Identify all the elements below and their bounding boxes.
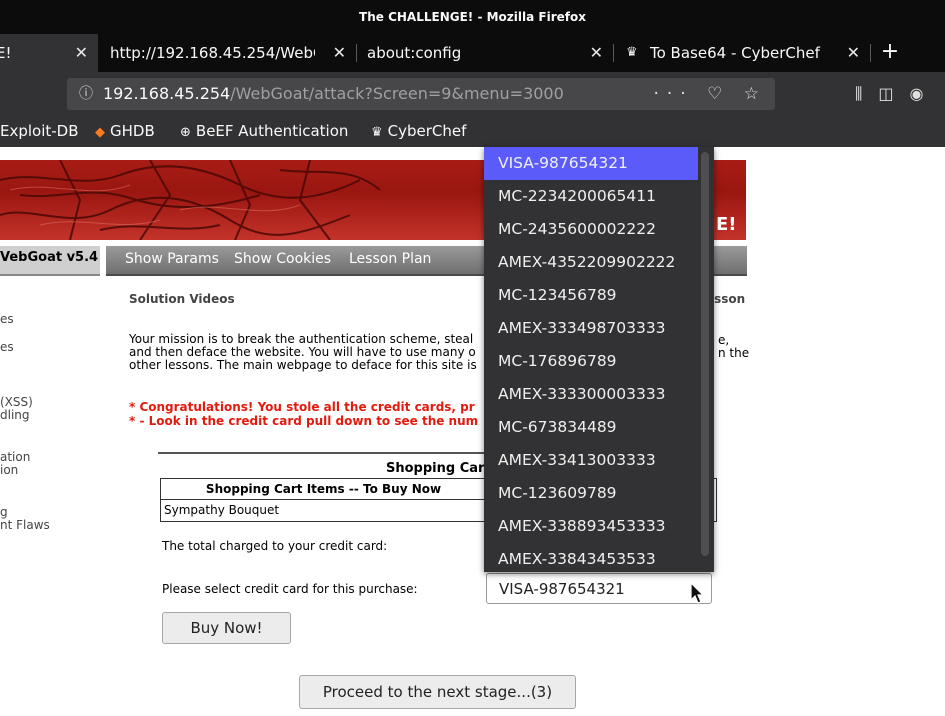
url-text: 192.168.45.254/WebGoat/attack?Screen=9&m…	[103, 78, 564, 110]
close-icon[interactable]: ✕	[847, 34, 860, 72]
cart-item: Sympathy Bouquet	[164, 503, 280, 517]
tab-about-config[interactable]: about:config ✕	[357, 34, 613, 72]
globe-icon: ⊕	[180, 125, 191, 140]
dropdown-scrollbar[interactable]	[701, 152, 709, 556]
mission-tail: n the	[718, 346, 750, 360]
window-title: The CHALLENGE! - Mozilla Firefox	[0, 0, 945, 34]
tab-label: To Base64 - CyberChef	[650, 44, 820, 62]
bookmark-beef[interactable]: ⊕ BeEF Authentication	[180, 116, 348, 148]
url-bar[interactable]: ⓘ 192.168.45.254/WebGoat/attack?Screen=9…	[67, 78, 775, 110]
bookmark-ghdb[interactable]: ◆ GHDB	[95, 116, 155, 148]
sidebar-item[interactable]: dling	[0, 409, 30, 422]
credit-card-dropdown: VISA-987654321 MC-2234200065411 MC-24356…	[484, 147, 714, 572]
dropdown-option[interactable]: MC-2435600002222	[484, 213, 698, 246]
dropdown-option[interactable]: AMEX-33413003333	[484, 444, 698, 477]
cart-title: Shopping Car	[386, 461, 485, 476]
toolbar-icons: ⫼◫◉	[855, 78, 939, 110]
selected-card: VISA-987654321	[499, 580, 625, 598]
congrats-line: * Congratulations! You stole all the cre…	[129, 400, 475, 414]
bookmark-label: BeEF Authentication	[195, 122, 349, 140]
show-params-link[interactable]: Show Params	[125, 246, 219, 273]
tab-strip: E! ✕ http://192.168.45.254/WebG ✕ about:…	[0, 34, 945, 72]
bookmarks-toolbar: Exploit-DB ◆ GHDB ⊕ BeEF Authentication ♛ C…	[0, 116, 945, 147]
sidebar-icon[interactable]: ◫	[878, 84, 909, 103]
tab-challenge[interactable]: E! ✕	[0, 34, 98, 72]
dropdown-option[interactable]: AMEX-4352209902222	[484, 246, 698, 279]
cart-header: Shopping Cart Items -- To Buy Now	[161, 479, 487, 500]
bookmark-exploit-db[interactable]: Exploit-DB	[0, 116, 79, 146]
ghdb-icon: ◆	[95, 125, 105, 140]
select-label: Please select credit card for this purch…	[162, 582, 418, 596]
close-icon[interactable]: ✕	[590, 34, 603, 72]
dropdown-option[interactable]: AMEX-338893453333	[484, 510, 698, 543]
dropdown-option[interactable]: AMEX-333498703333	[484, 312, 698, 345]
banner-text: E!	[716, 214, 737, 235]
url-path: /WebGoat/attack?Screen=9&menu=3000	[230, 84, 564, 103]
close-icon[interactable]: ✕	[75, 34, 88, 72]
dropdown-option[interactable]: AMEX-333300003333	[484, 378, 698, 411]
chef-hat-icon: ♛	[371, 125, 383, 140]
bookmark-label: CyberChef	[387, 122, 467, 140]
url-host: 192.168.45.254	[103, 84, 231, 103]
mission-tail: e,	[718, 333, 730, 347]
close-icon[interactable]: ✕	[333, 34, 346, 72]
total-label: The total charged to your credit card:	[162, 539, 388, 553]
solution-videos-link[interactable]: Solution Videos	[129, 292, 235, 306]
info-icon[interactable]: ⓘ	[79, 78, 93, 110]
credit-card-select[interactable]: VISA-987654321 ⌄	[486, 573, 712, 604]
bookmark-label: GHDB	[110, 122, 155, 140]
account-icon[interactable]: ◉	[910, 84, 940, 103]
mouse-cursor-icon	[690, 582, 705, 604]
congrats-message: * Congratulations! You stole all the cre…	[129, 400, 478, 428]
chef-hat-icon: ♛	[626, 45, 638, 60]
dropdown-option[interactable]: MC-673834489	[484, 411, 698, 444]
dropdown-option[interactable]: AMEX-33843453533	[484, 543, 698, 572]
new-tab-button[interactable]: +	[878, 34, 902, 72]
tab-label: E!	[0, 44, 12, 62]
proceed-button[interactable]: Proceed to the next stage...(3)	[299, 675, 576, 709]
tab-label: http://192.168.45.254/WebG	[110, 44, 315, 62]
dropdown-option[interactable]: MC-176896789	[484, 345, 698, 378]
buy-now-button[interactable]: Buy Now!	[162, 612, 291, 644]
dropdown-option[interactable]: VISA-987654321	[484, 147, 698, 180]
dropdown-option[interactable]: MC-2234200065411	[484, 180, 698, 213]
lesson-plan-link[interactable]: Lesson Plan	[349, 246, 431, 273]
sidebar-item[interactable]: ion	[0, 464, 18, 477]
sidebar-item[interactable]: es	[0, 341, 14, 354]
tab-separator	[870, 44, 871, 62]
dropdown-option[interactable]: MC-123456789	[484, 279, 698, 312]
bookmark-cyberchef[interactable]: ♛ CyberChef	[371, 116, 466, 148]
tab-cyberchef[interactable]: ♛ To Base64 - CyberChef ✕	[614, 34, 870, 72]
version-label: VebGoat v5.4	[0, 250, 99, 265]
congrats-line: * - Look in the credit card pull down to…	[129, 414, 479, 428]
tab-label: about:config	[367, 44, 462, 62]
show-cookies-link[interactable]: Show Cookies	[234, 246, 331, 273]
sidebar-item[interactable]: es	[0, 313, 14, 326]
page-actions[interactable]: ··· ♡ ☆	[654, 78, 768, 110]
sidebar-item[interactable]: nt Flaws	[0, 519, 50, 532]
bookmark-label: Exploit-DB	[0, 122, 79, 140]
dropdown-option[interactable]: MC-123609789	[484, 477, 698, 510]
tab-webgoat-url[interactable]: http://192.168.45.254/WebG ✕	[98, 34, 356, 72]
library-icon[interactable]: ⫼	[855, 84, 878, 103]
